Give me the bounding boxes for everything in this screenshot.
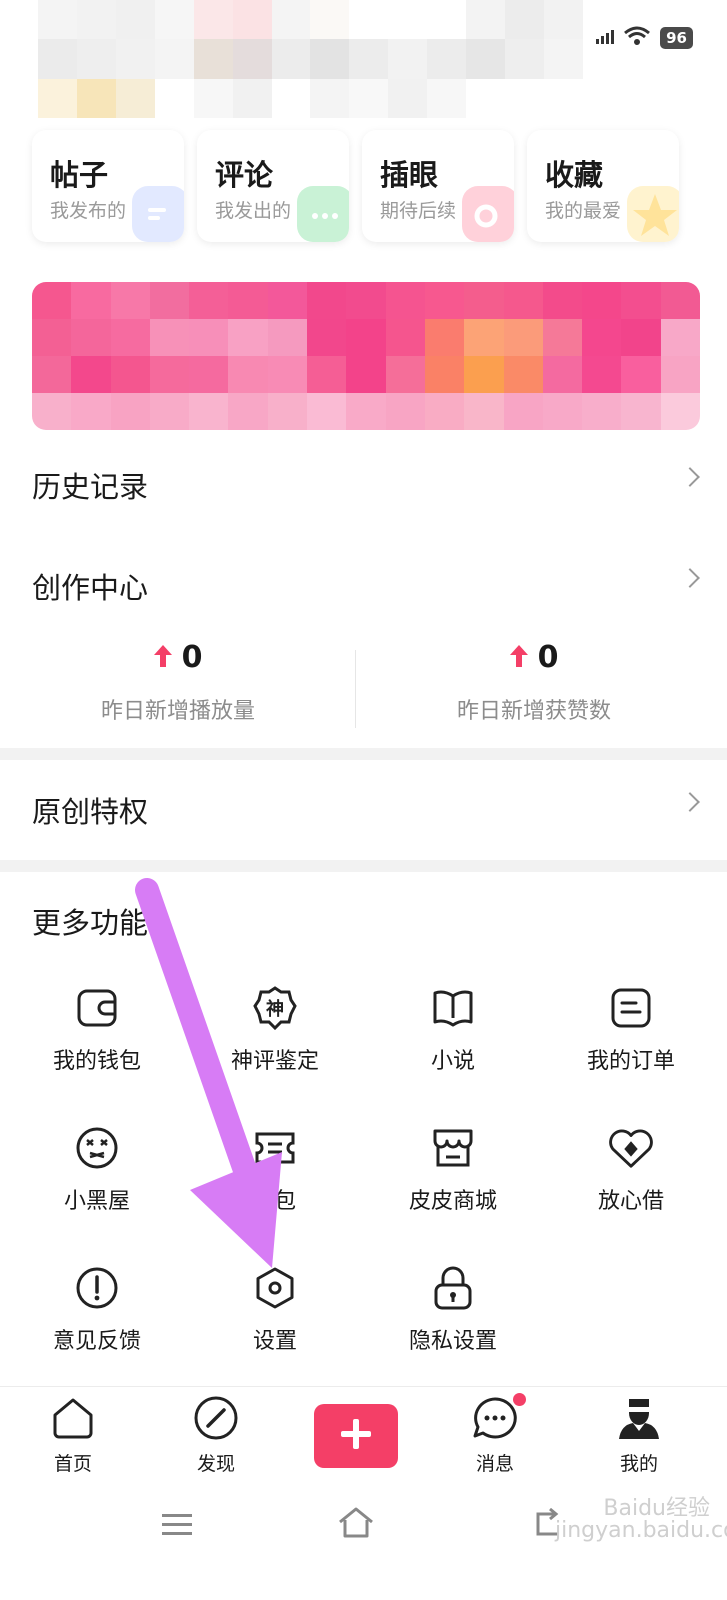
feature-label: 意见反馈 bbox=[52, 1329, 141, 1354]
exclamation-icon bbox=[74, 1265, 120, 1311]
home-outline-icon bbox=[339, 1507, 373, 1538]
publish-button[interactable] bbox=[314, 1404, 398, 1468]
original-privilege-row[interactable]: 原创特权 bbox=[0, 767, 727, 857]
lock-icon bbox=[430, 1265, 476, 1311]
feature-label: 小黑屋 bbox=[63, 1189, 130, 1214]
tab-discover[interactable]: 发现 bbox=[161, 1395, 271, 1476]
order-icon bbox=[608, 985, 654, 1031]
tab-messages[interactable]: 消息 bbox=[440, 1393, 550, 1476]
card-posts[interactable]: 帖子 我发布的 bbox=[32, 130, 184, 242]
plus-icon bbox=[339, 1417, 373, 1455]
pipi-mall-item[interactable]: 皮皮商城 bbox=[364, 1125, 542, 1215]
status-bar: 96 bbox=[596, 26, 693, 50]
tab-home[interactable]: 首页 bbox=[18, 1395, 128, 1476]
feature-label: 我的订单 bbox=[586, 1049, 675, 1074]
star-icon bbox=[627, 186, 679, 242]
feedback-item[interactable]: 意见反馈 bbox=[8, 1265, 186, 1355]
original-privilege-label: 原创特权 bbox=[32, 795, 149, 829]
promo-banner-blurred[interactable] bbox=[32, 282, 700, 430]
card-title: 评论 bbox=[215, 158, 274, 192]
card-subtitle: 期待后续 bbox=[380, 200, 457, 222]
system-menu-button[interactable] bbox=[160, 1510, 194, 1542]
feature-label: 我的钱包 bbox=[52, 1049, 141, 1074]
compass-icon bbox=[161, 1395, 271, 1445]
posts-icon bbox=[132, 186, 184, 242]
more-functions-title: 更多功能 bbox=[32, 906, 149, 940]
stat-label: 昨日新增获赞数 bbox=[456, 699, 611, 724]
feature-label: 小说 bbox=[430, 1049, 475, 1074]
stat-likes[interactable]: 0 昨日新增获赞数 bbox=[356, 640, 712, 725]
tab-label: 我的 bbox=[619, 1453, 658, 1475]
section-divider bbox=[0, 860, 727, 872]
svg-text:神: 神 bbox=[266, 998, 284, 1020]
baidu-watermark: Baidu经验 jingyan.baidu.com bbox=[555, 1496, 727, 1543]
wallet-icon bbox=[74, 985, 120, 1031]
tab-me[interactable]: 我的 bbox=[584, 1395, 694, 1476]
signal-icon bbox=[596, 29, 615, 48]
notification-dot bbox=[513, 1393, 526, 1406]
heart-diamond-icon bbox=[608, 1125, 654, 1171]
coupon-item[interactable]: 包 bbox=[186, 1125, 364, 1215]
wifi-icon bbox=[624, 26, 651, 50]
battery-indicator: 96 bbox=[660, 27, 693, 49]
stat-value: 0 bbox=[537, 640, 559, 675]
tab-label: 发现 bbox=[196, 1453, 235, 1475]
eye-icon bbox=[462, 186, 514, 242]
tab-label: 首页 bbox=[53, 1453, 92, 1475]
stat-value: 0 bbox=[181, 640, 203, 675]
wallet-item[interactable]: 我的钱包 bbox=[8, 985, 186, 1075]
card-comments[interactable]: 评论 我发出的 bbox=[197, 130, 349, 242]
card-subtitle: 我的最爱 bbox=[545, 200, 622, 222]
card-subtitle: 我发出的 bbox=[215, 200, 292, 222]
feature-label: 包 bbox=[273, 1189, 296, 1214]
history-row[interactable]: 历史记录 bbox=[0, 442, 727, 532]
home-icon bbox=[18, 1395, 128, 1445]
bottom-nav-border bbox=[0, 1386, 727, 1387]
comment-bubble-icon bbox=[297, 186, 349, 242]
stat-plays[interactable]: 0 昨日新增播放量 bbox=[0, 640, 356, 725]
book-icon bbox=[430, 985, 476, 1031]
card-subtitle: 我发布的 bbox=[50, 200, 127, 222]
privacy-settings-item[interactable]: 隐私设置 bbox=[364, 1265, 542, 1355]
up-arrow-icon bbox=[153, 640, 172, 675]
card-favorites[interactable]: 收藏 我的最爱 bbox=[527, 130, 679, 242]
card-title: 收藏 bbox=[545, 158, 604, 192]
orders-item[interactable]: 我的订单 bbox=[542, 985, 720, 1075]
creation-center-row[interactable]: 创作中心 bbox=[0, 543, 727, 633]
dizzy-face-icon bbox=[74, 1125, 120, 1171]
message-icon bbox=[470, 1393, 526, 1445]
blackroom-item[interactable]: 小黑屋 bbox=[8, 1125, 186, 1215]
card-bookmark-eye[interactable]: 插眼 期待后续 bbox=[362, 130, 514, 242]
card-title: 帖子 bbox=[50, 158, 109, 192]
loan-item[interactable]: 放心借 bbox=[542, 1125, 720, 1215]
settings-hex-icon bbox=[252, 1265, 298, 1311]
system-home-button[interactable] bbox=[337, 1506, 375, 1544]
creation-center-label: 创作中心 bbox=[32, 571, 149, 605]
chevron-right-icon bbox=[680, 792, 700, 812]
settings-item[interactable]: 设置 bbox=[186, 1265, 364, 1355]
profile-header-blurred bbox=[38, 0, 583, 118]
card-title: 插眼 bbox=[380, 158, 439, 192]
feature-label: 皮皮商城 bbox=[408, 1189, 497, 1214]
profile-icon bbox=[584, 1395, 694, 1445]
ticket-icon bbox=[252, 1125, 298, 1171]
shen-badge-icon: 神 bbox=[252, 985, 298, 1031]
menu-lines-icon bbox=[162, 1514, 192, 1535]
tab-label: 消息 bbox=[475, 1453, 514, 1475]
feature-label: 隐私设置 bbox=[408, 1329, 497, 1354]
chevron-right-icon bbox=[680, 568, 700, 588]
shop-icon bbox=[430, 1125, 476, 1171]
stat-label: 昨日新增播放量 bbox=[100, 699, 255, 724]
history-label: 历史记录 bbox=[32, 470, 149, 504]
feature-label: 设置 bbox=[252, 1329, 297, 1354]
feature-label: 放心借 bbox=[597, 1189, 664, 1214]
novel-item[interactable]: 小说 bbox=[364, 985, 542, 1075]
up-arrow-icon bbox=[509, 640, 528, 675]
shen-ping-item[interactable]: 神 神评鉴定 bbox=[186, 985, 364, 1075]
section-divider bbox=[0, 748, 727, 760]
chevron-right-icon bbox=[680, 467, 700, 487]
feature-label: 神评鉴定 bbox=[230, 1049, 319, 1074]
